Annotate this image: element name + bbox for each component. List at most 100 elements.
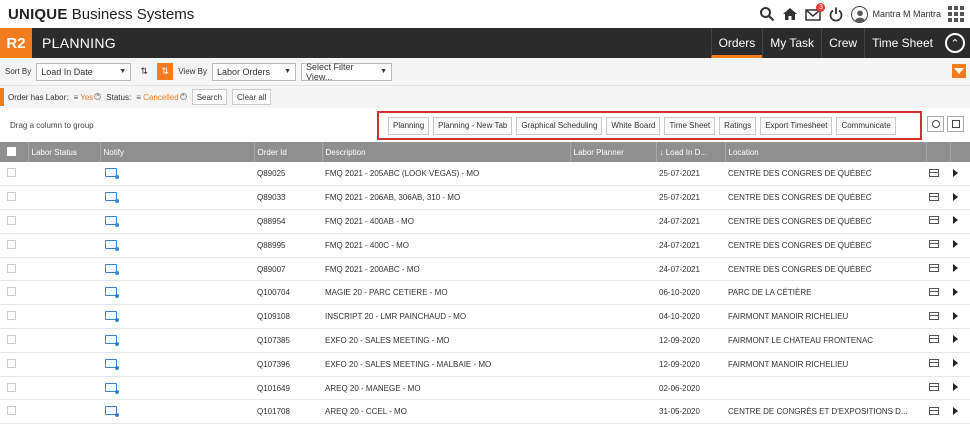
row-checkbox[interactable] xyxy=(7,334,16,344)
details-cell[interactable] xyxy=(926,186,950,210)
table-row[interactable]: Q109108 INSCRIPT 20 - LMR PAINCHAUD - MO 0… xyxy=(0,305,970,329)
row-checkbox[interactable] xyxy=(7,358,16,368)
col-labor-status[interactable]: Labor Status xyxy=(28,142,101,162)
details-card-icon[interactable] xyxy=(929,383,939,392)
expand-arrow-icon[interactable] xyxy=(953,287,958,296)
col-location[interactable]: Location xyxy=(725,142,927,162)
expand-cell[interactable] xyxy=(950,376,970,400)
details-card-icon[interactable] xyxy=(929,287,939,296)
row-checkbox[interactable] xyxy=(7,311,16,321)
row-select-cell[interactable] xyxy=(0,162,28,186)
expand-arrow-icon[interactable] xyxy=(953,168,958,177)
col-description[interactable]: Description xyxy=(322,142,571,162)
details-cell[interactable] xyxy=(926,281,950,305)
mail-icon[interactable]: 3 xyxy=(805,3,826,22)
select-all-cell[interactable] xyxy=(0,142,29,162)
tab-my-task[interactable]: My Task xyxy=(762,28,821,58)
notify-icon[interactable] xyxy=(105,382,119,394)
notify-icon[interactable] xyxy=(105,287,119,299)
refresh-icon[interactable] xyxy=(927,116,944,132)
expand-arrow-icon[interactable] xyxy=(953,335,958,344)
table-row[interactable]: Q101649 AREQ 20 - MANEGE - MO 02-06-2020 xyxy=(0,376,970,400)
communicate-button[interactable]: Communicate xyxy=(836,116,896,135)
expand-arrow-icon[interactable] xyxy=(953,192,958,201)
expand-arrow-icon[interactable] xyxy=(953,311,958,320)
remove-filter-icon[interactable]: × xyxy=(94,92,102,100)
expand-arrow-icon[interactable] xyxy=(953,240,958,249)
status-filter[interactable]: ≡ Cancelled × xyxy=(136,92,187,102)
details-card-icon[interactable] xyxy=(929,335,939,344)
col-load-in-date[interactable]: ↓ Load In D... xyxy=(656,142,726,162)
filter-view-select[interactable]: Select Filter View... ▼ xyxy=(301,62,392,82)
power-icon[interactable] xyxy=(828,6,844,22)
avatar[interactable] xyxy=(851,5,869,23)
details-cell[interactable] xyxy=(926,400,950,424)
view-by-select[interactable]: Labor Orders ▼ xyxy=(212,62,296,81)
row-select-cell[interactable] xyxy=(0,233,28,257)
expand-cell[interactable] xyxy=(950,186,970,210)
row-checkbox[interactable] xyxy=(7,168,16,178)
order-id-cell[interactable]: Q88954 xyxy=(254,210,322,234)
table-row[interactable]: Q89025 FMQ 2021 - 205ABC (LOOK VEGAS) - M… xyxy=(0,162,970,186)
apps-grid-icon[interactable] xyxy=(948,6,964,22)
row-checkbox[interactable] xyxy=(7,406,16,416)
row-select-cell[interactable] xyxy=(0,257,28,281)
row-checkbox[interactable] xyxy=(7,382,16,392)
order-id-cell[interactable]: Q101708 xyxy=(254,400,322,424)
col-order-id[interactable]: Order Id xyxy=(254,142,323,162)
order-id-cell[interactable]: Q89033 xyxy=(254,186,322,210)
details-card-icon[interactable] xyxy=(929,192,939,201)
sort-ascending-icon[interactable]: ⇅ xyxy=(136,63,152,80)
details-card-icon[interactable] xyxy=(929,359,939,368)
details-card-icon[interactable] xyxy=(929,406,939,415)
table-row[interactable]: Q107385 EXFO 20 - SALES MEETING - MO 12-09… xyxy=(0,329,970,353)
notify-icon[interactable] xyxy=(105,263,119,275)
row-checkbox[interactable] xyxy=(7,239,16,249)
details-cell[interactable] xyxy=(926,305,950,329)
copy-icon[interactable] xyxy=(947,116,964,132)
row-checkbox[interactable] xyxy=(7,192,16,202)
details-cell[interactable] xyxy=(926,352,950,376)
expand-arrow-icon[interactable] xyxy=(953,383,958,392)
row-checkbox[interactable] xyxy=(7,287,16,297)
row-select-cell[interactable] xyxy=(0,210,28,234)
planning-new-tab-button[interactable]: Planning - New Tab xyxy=(433,116,513,135)
expand-cell[interactable] xyxy=(950,305,970,329)
order-id-cell[interactable]: Q89007 xyxy=(254,257,322,281)
row-select-cell[interactable] xyxy=(0,352,28,376)
search-button[interactable]: Search xyxy=(191,89,228,105)
white-board-button[interactable]: White Board xyxy=(606,116,661,135)
table-row[interactable]: Q88954 FMQ 2021 - 400AB - MO 24-07-2021 CEN… xyxy=(0,210,970,234)
expand-cell[interactable] xyxy=(950,210,970,234)
order-id-cell[interactable]: Q107385 xyxy=(254,329,322,353)
details-card-icon[interactable] xyxy=(929,240,939,249)
notify-icon[interactable] xyxy=(105,239,119,251)
expand-cell[interactable] xyxy=(950,233,970,257)
select-all-checkbox[interactable] xyxy=(7,146,16,156)
table-row[interactable]: Q101708 AREQ 20 - CCEL - MO 31-05-2020 CENT… xyxy=(0,400,970,424)
notify-icon[interactable] xyxy=(105,168,119,180)
table-row[interactable]: Q107396 EXFO 20 - SALES MEETING - MALBAIE… xyxy=(0,352,970,377)
expand-cell[interactable] xyxy=(950,162,970,186)
time-sheet-button[interactable]: Time Sheet xyxy=(664,116,716,135)
notify-icon[interactable] xyxy=(105,334,119,346)
row-checkbox[interactable] xyxy=(7,263,16,273)
details-cell[interactable] xyxy=(926,329,950,353)
remove-filter-icon[interactable]: × xyxy=(179,92,187,100)
row-select-cell[interactable] xyxy=(0,376,28,400)
expand-arrow-icon[interactable] xyxy=(953,406,958,415)
row-select-cell[interactable] xyxy=(0,400,28,424)
user-name[interactable]: Mantra M Mantra xyxy=(872,9,941,19)
graphical-scheduling-button[interactable]: Graphical Scheduling xyxy=(516,116,603,135)
tab-crew[interactable]: Crew xyxy=(821,28,864,58)
expand-arrow-icon[interactable] xyxy=(953,359,958,368)
row-select-cell[interactable] xyxy=(0,329,28,353)
search-icon[interactable] xyxy=(759,6,775,22)
details-card-icon[interactable] xyxy=(929,264,939,273)
sort-descending-icon[interactable]: ⇅ xyxy=(157,63,174,80)
row-select-cell[interactable] xyxy=(0,186,28,210)
expand-arrow-icon[interactable] xyxy=(953,264,958,273)
expand-cell[interactable] xyxy=(950,352,970,376)
details-cell[interactable] xyxy=(926,210,950,234)
export-timesheet-button[interactable]: Export Timesheet xyxy=(760,116,833,135)
